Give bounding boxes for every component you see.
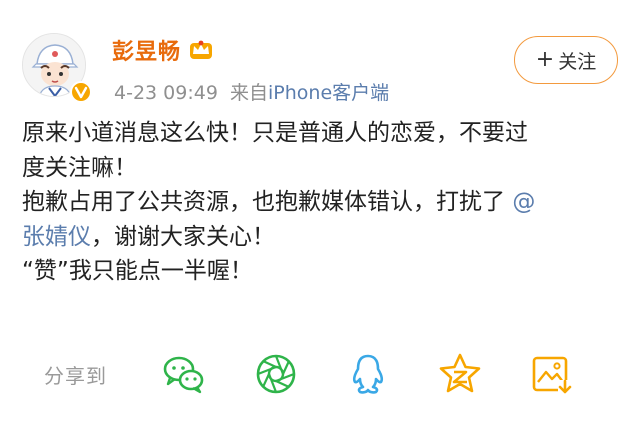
qq-icon[interactable] [346,352,390,396]
post-content: 原来小道消息这么快！只是普通人的恋爱，不要过 度关注嘛！ 抱歉占用了公共资源，也… [22,116,622,289]
content-text: 抱歉占用了公共资源，也抱歉媒体错认，打扰了 [22,189,505,215]
share-label: 分享到 [44,364,107,388]
content-line: 原来小道消息这么快！只是普通人的恋爱，不要过 [22,120,528,146]
follow-label: 关注 [558,50,597,73]
username[interactable]: 彭昱畅 [112,34,181,66]
save-image-icon[interactable] [530,352,574,396]
post-timestamp: 4-23 09:49 [114,82,218,104]
post-source[interactable]: iPhone客户端 [268,82,389,104]
plus-icon: + [535,47,555,72]
content-text: ，谢谢大家关心！ [91,223,275,250]
weibo-post: 彭昱畅 4-23 09:49 来自iPhone客户端 + 关注 原来小道消息这么… [0,0,640,433]
follow-button[interactable]: + 关注 [514,36,618,84]
content-line: “赞”我只能点一半喔！ [22,258,253,284]
verified-badge-icon [70,81,92,103]
content-line: 抱歉占用了公共资源，也抱歉媒体错认，打扰了 @ [22,185,622,220]
mention-link-at[interactable]: @ [512,189,535,215]
moments-icon[interactable] [254,352,298,396]
avatar-container[interactable] [22,33,92,103]
content-line: 张婧仪，谢谢大家关心！ [22,220,622,255]
username-row: 彭昱畅 [112,34,213,66]
wechat-icon[interactable] [162,352,206,396]
vip-crown-icon[interactable] [189,39,213,61]
qzone-icon[interactable] [438,352,482,396]
post-meta: 4-23 09:49 来自iPhone客户端 [114,78,389,105]
post-source-prefix: 来自 [230,82,269,104]
share-bar: 分享到 [44,352,624,396]
content-line: 度关注嘛！ [22,154,137,181]
mention-link[interactable]: 张婧仪 [22,224,91,250]
